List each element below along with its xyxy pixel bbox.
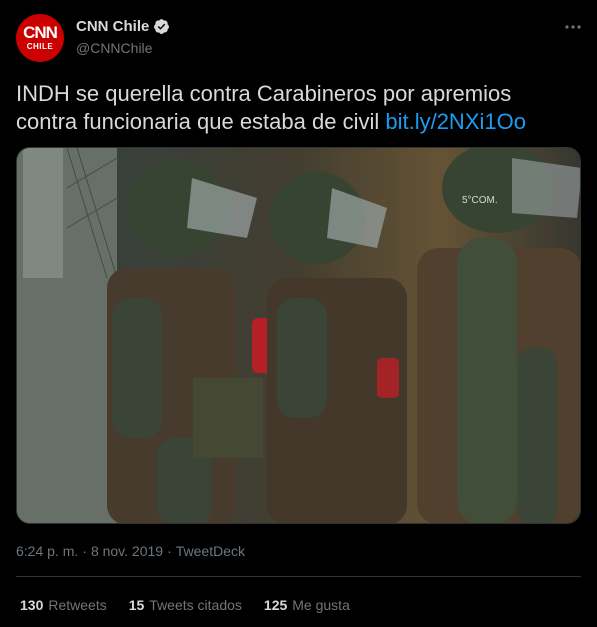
tweet-meta: 6:24 p. m. · 8 nov. 2019 · TweetDeck bbox=[16, 543, 245, 559]
likes-stat[interactable]: 125 Me gusta bbox=[264, 597, 350, 613]
tweet-link[interactable]: bit.ly/2NXi1Oo bbox=[385, 109, 526, 134]
likes-count: 125 bbox=[263, 597, 288, 613]
tweet-card: CNN CHILE CNN Chile @CNNChile INDH se qu… bbox=[0, 0, 597, 627]
divider bbox=[16, 576, 581, 577]
retweets-count: 130 bbox=[20, 597, 44, 613]
retweets-label: Retweets bbox=[48, 597, 107, 613]
meta-separator: · bbox=[167, 543, 172, 559]
author-name-row: CNN Chile bbox=[76, 18, 170, 35]
avatar-logo-text: CNN bbox=[23, 23, 58, 42]
display-name[interactable]: CNN Chile bbox=[76, 18, 149, 35]
tweet-stats: 130 Retweets 15 Tweets citados 125 Me gu… bbox=[20, 597, 372, 613]
tweet-source[interactable]: TweetDeck bbox=[176, 543, 245, 559]
quote-tweets-count: 15 bbox=[128, 597, 145, 613]
tweet-date[interactable]: 8 nov. 2019 bbox=[91, 543, 163, 559]
likes-label: Me gusta bbox=[292, 597, 350, 613]
verified-badge-icon bbox=[153, 18, 170, 35]
tweet-time[interactable]: 6:24 p. m. bbox=[16, 543, 78, 559]
tweet-photo[interactable]: 5°COM. bbox=[16, 147, 581, 524]
quote-tweets-stat[interactable]: 15 Tweets citados bbox=[129, 597, 242, 613]
photo-illustration: 5°COM. bbox=[17, 148, 580, 523]
quote-tweets-label: Tweets citados bbox=[149, 597, 242, 613]
author-handle[interactable]: @CNNChile bbox=[76, 40, 152, 56]
retweets-stat[interactable]: 130 Retweets bbox=[20, 597, 107, 613]
more-options-icon[interactable] bbox=[562, 16, 584, 38]
avatar-logo-subtext: CHILE bbox=[26, 42, 54, 51]
avatar[interactable]: CNN CHILE bbox=[16, 14, 64, 62]
meta-separator: · bbox=[82, 543, 87, 559]
tweet-text: INDH se querella contra Carabineros por … bbox=[16, 80, 576, 136]
